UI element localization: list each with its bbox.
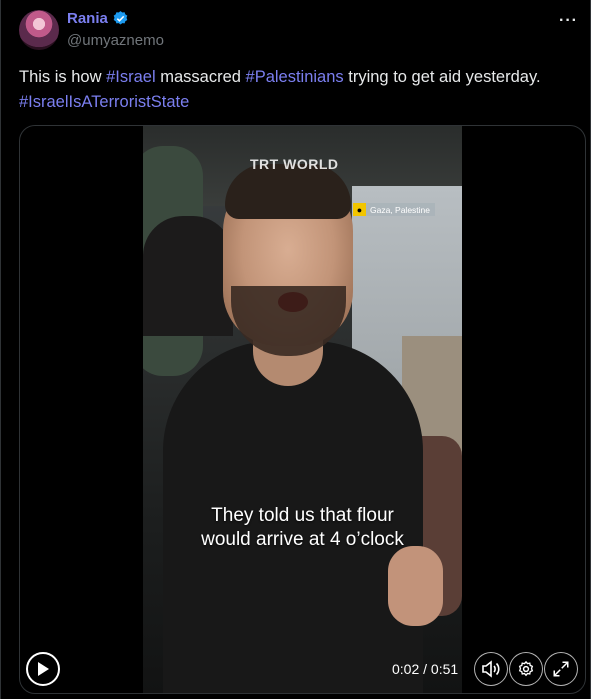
verified-badge-icon (113, 11, 128, 25)
video-player[interactable]: TRT WORLD ● Gaza, Palestine They told us… (19, 125, 586, 694)
play-button[interactable] (26, 652, 60, 686)
tweet-text-segment: massacred (155, 68, 246, 86)
settings-icon (518, 660, 534, 677)
video-subject-hair (225, 164, 351, 219)
author-row: Rania (67, 10, 129, 27)
video-frame[interactable]: TRT WORLD ● Gaza, Palestine They told us… (143, 126, 462, 693)
tweet-text: This is how #Israel massacred #Palestini… (19, 65, 579, 115)
hashtag-link[interactable]: #Israel (106, 68, 156, 86)
channel-watermark: TRT WORLD (250, 156, 339, 172)
location-pin-icon: ● (353, 203, 366, 216)
tweet-text-segment: This is how (19, 68, 107, 86)
video-background-person (143, 216, 233, 336)
author-name[interactable]: Rania (67, 10, 108, 27)
more-options-button[interactable]: ··· (559, 12, 578, 30)
settings-button[interactable] (509, 652, 543, 686)
caption-line: would arrive at 4 o’clock (201, 529, 404, 550)
fullscreen-icon (553, 661, 569, 677)
author-handle[interactable]: @umyaznemo (67, 32, 164, 49)
video-subject-mouth (278, 292, 308, 312)
video-subject-hand (388, 546, 443, 626)
volume-icon (482, 660, 500, 678)
tweet-text-segment: trying to get aid yesterday. (343, 68, 541, 86)
video-caption: They told us that flour would arrive at … (143, 504, 462, 552)
tweet: Rania @umyaznemo ··· This is how #Israel… (0, 0, 591, 699)
location-tag: ● Gaza, Palestine (353, 203, 436, 216)
avatar[interactable] (19, 10, 59, 50)
volume-button[interactable] (474, 652, 508, 686)
caption-line: They told us that flour (211, 505, 394, 526)
play-icon (38, 662, 49, 676)
hashtag-link[interactable]: #IsraelIsATerroristState (19, 93, 189, 111)
fullscreen-button[interactable] (544, 652, 578, 686)
video-time: 0:02 / 0:51 (392, 661, 459, 677)
location-text: Gaza, Palestine (370, 204, 431, 215)
hashtag-link[interactable]: #Palestinians (246, 68, 344, 86)
